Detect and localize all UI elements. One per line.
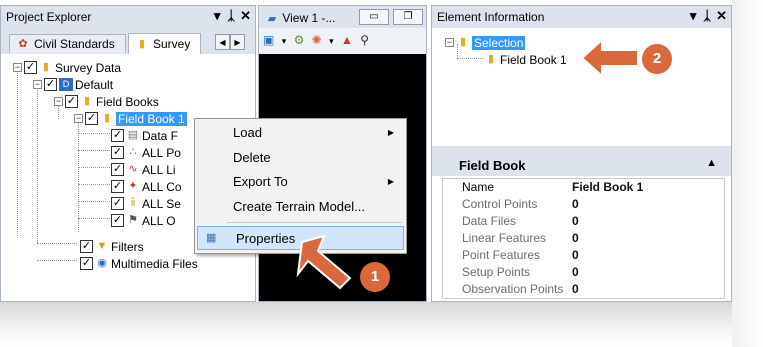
callout-badge-2: 2 <box>642 44 672 74</box>
callout-badge-1: 1 <box>360 262 390 292</box>
arrow-1-icon <box>296 234 352 290</box>
arrow-2-icon <box>580 37 639 79</box>
